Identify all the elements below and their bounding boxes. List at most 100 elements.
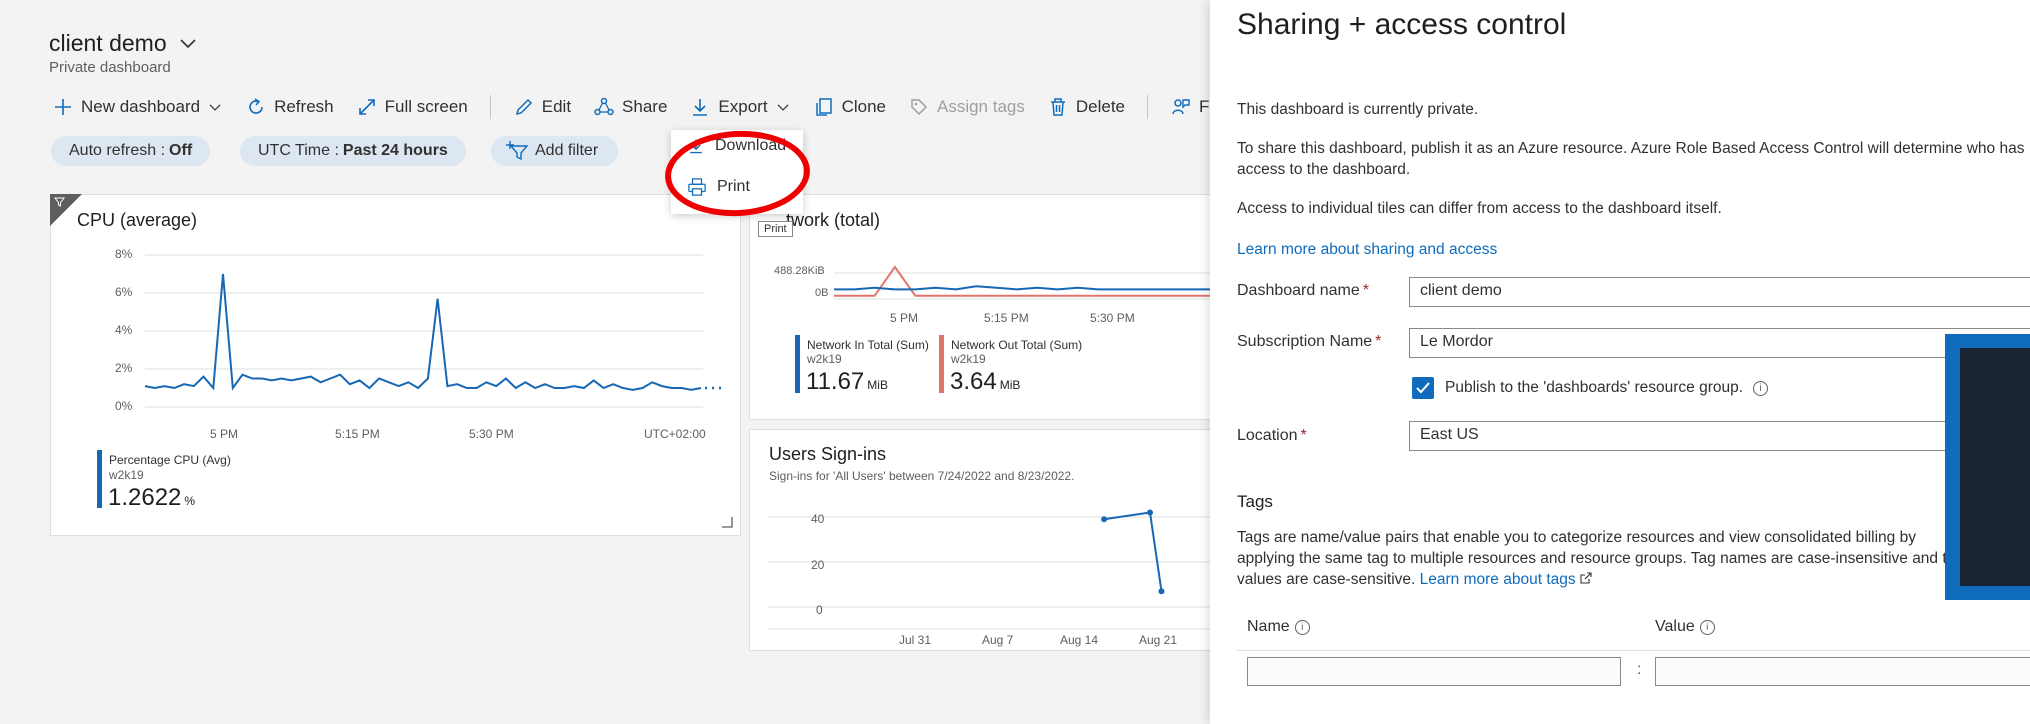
subscription-name-label: Subscription Name * xyxy=(1237,333,1382,350)
x-tick-label: Aug 21 xyxy=(1139,633,1178,647)
signins-series-line xyxy=(1103,511,1163,592)
tags-heading: Tags xyxy=(1237,492,1273,511)
chevron-down-icon xyxy=(777,104,789,111)
time-range-label: UTC Time : xyxy=(258,142,339,159)
signins-chart xyxy=(768,509,1220,630)
copy-icon xyxy=(815,98,832,116)
field-label-text: Location xyxy=(1237,427,1298,444)
x-tick-label: Aug 14 xyxy=(1060,633,1099,647)
field-label-text: Subscription Name xyxy=(1237,333,1373,350)
sharing-panel: Sharing + access control This dashboard … xyxy=(1210,0,2030,724)
cpu-tile[interactable]: CPU (average) 8% 6% 4% 2% 0% 5 PM 5:15 P… xyxy=(50,194,741,536)
dashboard-title-text: client demo xyxy=(49,30,167,56)
pencil-icon xyxy=(515,98,532,116)
subscription-name-field[interactable]: Le Mordor xyxy=(1409,328,2030,358)
command-bar: New dashboard Refresh Full screen Edit S… xyxy=(52,94,1241,120)
add-filter-label: Add filter xyxy=(535,142,599,159)
edit-button[interactable]: Edit xyxy=(513,96,571,118)
auto-refresh-label: Auto refresh : xyxy=(69,142,166,159)
legend-resource: w2k19 xyxy=(807,352,842,366)
learn-more-tags-label: Learn more about tags xyxy=(1419,571,1576,588)
x-tick-label: 5:30 PM xyxy=(469,427,514,441)
delete-label: Delete xyxy=(1075,97,1126,116)
refresh-label: Refresh xyxy=(274,97,334,116)
x-tick-label: 5:15 PM xyxy=(335,427,380,441)
network-tile[interactable]: twork (total) 488.28KiB 0B 5 PM 5:15 PM … xyxy=(749,194,1220,420)
assign-tags-label: Assign tags xyxy=(936,97,1025,116)
legend-swatch xyxy=(97,450,102,508)
legend-name: Network Out Total (Sum) xyxy=(951,338,1083,352)
info-icon[interactable]: i xyxy=(1753,380,1769,396)
feedback-icon xyxy=(1172,99,1190,115)
video-overlay xyxy=(1945,334,2030,600)
column-header-text: Value xyxy=(1655,618,1695,635)
x-tick-label: 5:30 PM xyxy=(1090,311,1135,325)
tag-name-input[interactable] xyxy=(1247,657,1621,686)
share-label: Share xyxy=(622,97,668,116)
clone-label: Clone xyxy=(841,97,886,116)
assign-tags-button[interactable]: Assign tags xyxy=(908,96,1025,118)
info-icon[interactable]: i xyxy=(1699,619,1715,635)
legend-value-unit: % xyxy=(184,494,196,508)
private-note: This dashboard is currently private. xyxy=(1237,101,1479,118)
x-tick-label: 5 PM xyxy=(210,427,239,441)
data-point xyxy=(1158,588,1165,595)
full-screen-icon xyxy=(358,99,375,115)
legend-resource: w2k19 xyxy=(951,352,986,366)
full-screen-button[interactable]: Full screen xyxy=(356,96,468,118)
x-tick-label: Jul 31 xyxy=(899,633,932,647)
learn-more-sharing-link[interactable]: Learn more about sharing and access xyxy=(1237,239,2027,260)
dashboard-title[interactable]: client demo xyxy=(49,30,197,57)
publish-label: Publish to the 'dashboards' resource gro… xyxy=(1445,379,1744,396)
clone-button[interactable]: Clone xyxy=(813,96,886,118)
y-tick-label: 8% xyxy=(115,247,133,261)
info-icon[interactable]: i xyxy=(1294,619,1310,635)
tag-icon xyxy=(911,99,928,116)
y-tick-label: 488.28KiB xyxy=(774,265,825,277)
new-dashboard-button[interactable]: New dashboard xyxy=(52,96,223,118)
y-tick-label: 20 xyxy=(811,558,825,572)
dashboard-name-field[interactable]: client demo xyxy=(1409,277,2030,307)
add-filter-button[interactable]: Add filter xyxy=(491,136,619,166)
learn-more-tags-link[interactable]: Learn more about tags xyxy=(1420,571,1592,588)
print-tooltip: Print xyxy=(758,221,793,237)
tags-value-column: Value i xyxy=(1655,618,1715,636)
legend-value: 11.67 MiB xyxy=(806,368,888,396)
share-button[interactable]: Share xyxy=(593,96,667,118)
delete-button[interactable]: Delete xyxy=(1047,96,1125,118)
y-tick-label: 6% xyxy=(115,285,133,299)
resize-handle-icon[interactable] xyxy=(720,515,734,529)
chevron-down-icon[interactable] xyxy=(179,38,197,50)
y-tick-label: 2% xyxy=(115,361,133,375)
column-header-text: Name xyxy=(1247,618,1290,635)
export-label: Export xyxy=(718,97,768,116)
share-instructions: To share this dashboard, publish it as a… xyxy=(1237,140,2025,178)
network-in-line xyxy=(834,285,1220,291)
publish-option: Publish to the 'dashboards' resource gro… xyxy=(1445,379,1769,397)
tags-name-column: Name i xyxy=(1247,618,1310,636)
refresh-button[interactable]: Refresh xyxy=(245,96,334,118)
auto-refresh-pill[interactable]: Auto refresh : Off xyxy=(51,136,211,166)
legend-value-unit: MiB xyxy=(999,378,1021,392)
tag-value-input[interactable] xyxy=(1655,657,2030,686)
tags-description-text: Tags are name/value pairs that enable yo… xyxy=(1237,529,1964,588)
tags-description: Tags are name/value pairs that enable yo… xyxy=(1237,527,1977,590)
legend-value: 1.2622% xyxy=(108,484,195,512)
publish-checkbox[interactable] xyxy=(1412,377,1434,399)
download-icon xyxy=(693,99,708,116)
location-dropdown[interactable]: East US xyxy=(1409,421,2030,451)
dashboard-subtitle: Private dashboard xyxy=(49,59,171,76)
y-tick-label: 0% xyxy=(115,399,133,413)
legend-value-unit: MiB xyxy=(867,378,888,392)
full-screen-label: Full screen xyxy=(384,97,468,116)
signins-tile[interactable]: Users Sign-ins Sign-ins for 'All Users' … xyxy=(749,429,1220,651)
field-label-text: Dashboard name xyxy=(1237,282,1360,299)
legend-value-number: 1.2622 xyxy=(108,484,182,511)
share-icon xyxy=(594,97,614,116)
x-tick-label: 5 PM xyxy=(890,311,919,325)
panel-title: Sharing + access control xyxy=(1237,8,1567,41)
legend-value: 3.64 MiB xyxy=(950,368,1020,396)
export-button[interactable]: Export xyxy=(689,96,790,118)
new-dashboard-label: New dashboard xyxy=(81,97,201,116)
time-range-pill[interactable]: UTC Time : Past 24 hours xyxy=(240,136,466,166)
